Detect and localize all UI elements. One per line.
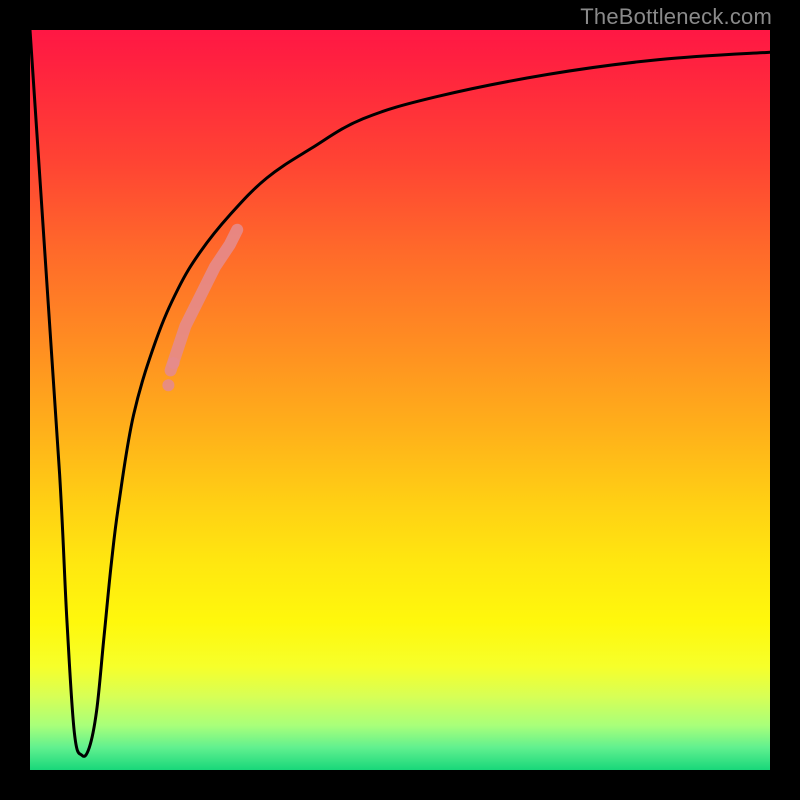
highlight-dot [162, 379, 174, 391]
highlight-segment [171, 230, 238, 371]
bottleneck-curve [30, 30, 770, 756]
highlight-dot [168, 357, 180, 369]
chart-frame: TheBottleneck.com [0, 0, 800, 800]
watermark-text: TheBottleneck.com [580, 4, 772, 30]
chart-svg [30, 30, 770, 770]
